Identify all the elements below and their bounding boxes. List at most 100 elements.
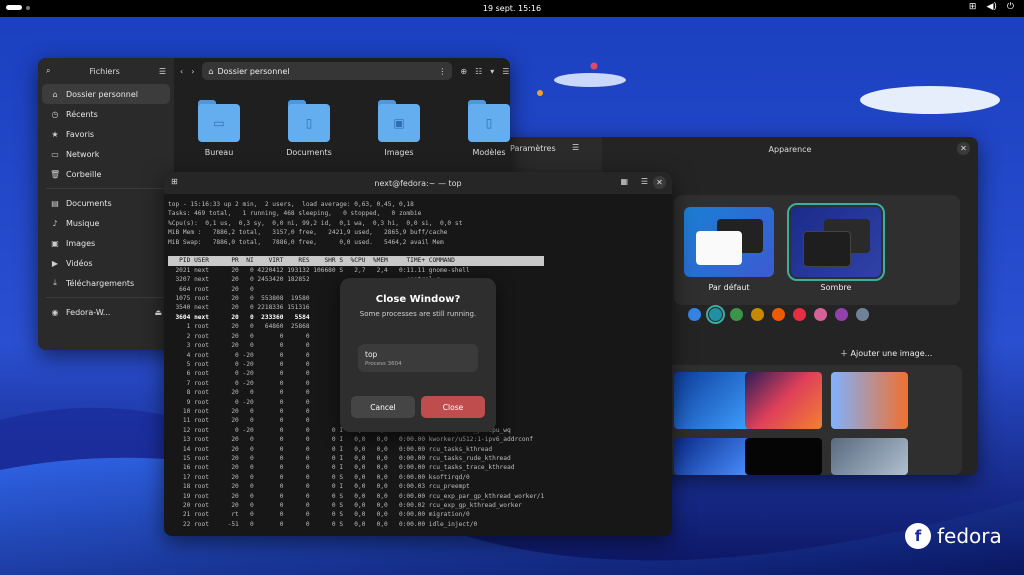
sidebar-item-label: Musique [66,218,100,228]
theme-dark-option[interactable] [787,203,885,281]
power-icon: ⏻ [1006,2,1014,12]
fedora-logo-text: fedora [937,524,1002,548]
settings-sidebar-header: Paramètres ☰ [502,137,602,161]
add-icon: ＋ [840,349,848,358]
sidebar-item-trash[interactable]: 🗑 Corbeille [42,164,170,184]
wallpaper-thumbnail[interactable] [831,438,908,475]
accent-color-swatch[interactable] [772,308,785,321]
close-window-dialog: Close Window? Some processes are still r… [340,278,496,432]
more-icon[interactable]: ⋮ [438,67,446,76]
sidebar-divider [46,188,166,189]
sidebar-item-drive[interactable]: ◉ Fedora-W... ⏏ [42,302,170,322]
process-list-item: top Process 3604 [358,344,478,372]
theme-default-option[interactable] [684,207,774,277]
back-icon[interactable]: ‹ [180,67,183,76]
accent-color-swatch[interactable] [688,308,701,321]
folder-icon: ▭ [198,100,240,142]
sidebar-item-home[interactable]: ⌂ Dossier personnel [42,84,170,104]
video-icon: ▶ [51,258,59,268]
process-row: 19 root 20 0 0 0 0 S 0,0 0,0 0:00.00 rcu… [168,492,545,500]
accent-color-swatch[interactable] [706,305,725,324]
clock[interactable]: 19 sept. 15:16 [483,4,541,13]
sidebar-item-pictures[interactable]: ▣ Images [42,233,170,253]
fedora-logo: f fedora [905,523,1002,549]
sidebar-item-label: Network [66,149,100,159]
folder-item[interactable]: ▭ Bureau [189,100,249,157]
accent-color-row [688,305,869,324]
sidebar-item-label: Fedora-W... [66,307,111,317]
sidebar-item-downloads[interactable]: ⤓ Téléchargements [42,273,170,293]
folder-label: Bureau [204,148,234,157]
tab-overview-icon[interactable]: ▦ [620,177,628,186]
path-bar[interactable]: ⌂ Dossier personnel ⋮ [202,62,453,80]
folder-label: Documents [286,148,332,157]
terminal-line: Tasks: 469 total, 1 running, 468 sleepin… [168,210,422,218]
terminal-line: MiB Swap: 7886,0 total, 7886,0 free, 0,0… [168,238,444,246]
process-row: 13 root 20 0 0 0 0 I 0,0 0,0 0:00.00 kwo… [168,436,534,444]
wallpaper-thumbnail[interactable] [831,372,908,429]
menu-icon[interactable]: ☰ [572,143,579,152]
settings-sidebar-title: Paramètres [510,144,556,153]
accent-color-swatch[interactable] [730,308,743,321]
accent-color-swatch[interactable] [814,308,827,321]
sidebar-item-label: Corbeille [66,169,102,179]
process-row: 20 root 20 0 0 0 0 S 0,0 0,0 0:00.02 rcu… [168,502,522,509]
close-icon[interactable]: ✕ [653,176,666,189]
document-icon: ▤ [51,198,59,208]
sidebar-item-label: Téléchargements [66,278,135,288]
close-button[interactable]: Close [421,396,485,418]
system-tray[interactable]: ⊞ ◀) ⏻ [969,2,1014,12]
search-icon[interactable]: ⌕ [46,66,50,76]
folder-item[interactable]: ▣ Images [369,100,429,157]
sidebar-item-starred[interactable]: ★ Favoris [42,124,170,144]
folder-label: Modèles [472,148,506,157]
terminal-line: %Cpu(s): 0,1 us, 0,3 sy, 0,0 ni, 99,2 id… [168,219,463,227]
chevron-down-icon[interactable]: ▾ [490,67,494,76]
menu-icon[interactable]: ☰ [159,67,166,76]
path-label: Dossier personnel [217,66,290,76]
folder-template-icon: ▯ [468,100,510,142]
terminal-header: ⊞ next@fedora:~ — top ▦ ☰ ✕ [164,172,672,194]
new-folder-icon[interactable]: ⊕ [460,67,467,76]
sidebar-item-network[interactable]: ▭ Network [42,144,170,164]
process-row: 22 root -51 0 0 0 0 S 0,0 0,0 0:00.00 id… [168,520,478,528]
accent-color-swatch[interactable] [793,308,806,321]
sidebar-item-documents[interactable]: ▤ Documents [42,193,170,213]
sidebar-item-music[interactable]: ♪ Musique [42,213,170,233]
download-icon: ⤓ [53,278,57,287]
folder-item[interactable]: ▯ Modèles [459,100,510,157]
process-row: 21 root rt 0 0 0 0 S 0,0 0,0 0:00.00 mig… [168,511,470,519]
cancel-button[interactable]: Cancel [351,396,415,418]
accent-color-swatch[interactable] [835,308,848,321]
menu-icon[interactable]: ☰ [502,67,509,76]
new-tab-icon[interactable]: ⊞ [171,177,178,186]
eject-icon[interactable]: ⏏ [154,308,162,317]
sidebar-item-label: Récents [66,109,98,119]
dialog-title: Close Window? [375,294,461,305]
forward-icon[interactable]: › [191,67,194,76]
terminal-line: top - 15:16:33 up 2 min, 2 users, load a… [168,201,414,208]
accent-color-swatch[interactable] [751,308,764,321]
network-icon: ▭ [51,149,59,159]
add-image-button[interactable]: ＋ Ajouter une image... [840,348,932,359]
accent-color-swatch[interactable] [856,308,869,321]
process-row: 15 root 20 0 0 0 0 I 0,0 0,0 0:00.00 rcu… [168,454,511,462]
wallpaper-thumbnail[interactable] [674,438,751,475]
sidebar-item-recent[interactable]: ◷ Récents [42,104,170,124]
sidebar-divider [46,297,166,298]
wallpaper-thumbnail[interactable] [745,372,822,429]
menu-icon[interactable]: ☰ [641,177,648,186]
workspace-indicator-active [6,5,22,10]
activities-button[interactable] [6,5,30,10]
sidebar-item-videos[interactable]: ▶ Vidéos [42,253,170,273]
close-icon[interactable]: ✕ [957,142,970,155]
wallpaper-thumbnail[interactable] [674,372,751,429]
network-icon: ⊞ [968,2,977,12]
terminal-title: next@fedora:~ — top [374,178,462,188]
view-list-icon[interactable]: ☷ [475,67,482,76]
folder-item[interactable]: ▯ Documents [279,100,339,157]
files-sidebar: ⌕ Fichiers ☰ ⌂ Dossier personnel ◷ Récents… [38,58,174,350]
volume-icon: ◀) [986,2,997,12]
wallpaper-thumbnail[interactable] [745,438,822,475]
folder-label: Images [384,148,414,157]
